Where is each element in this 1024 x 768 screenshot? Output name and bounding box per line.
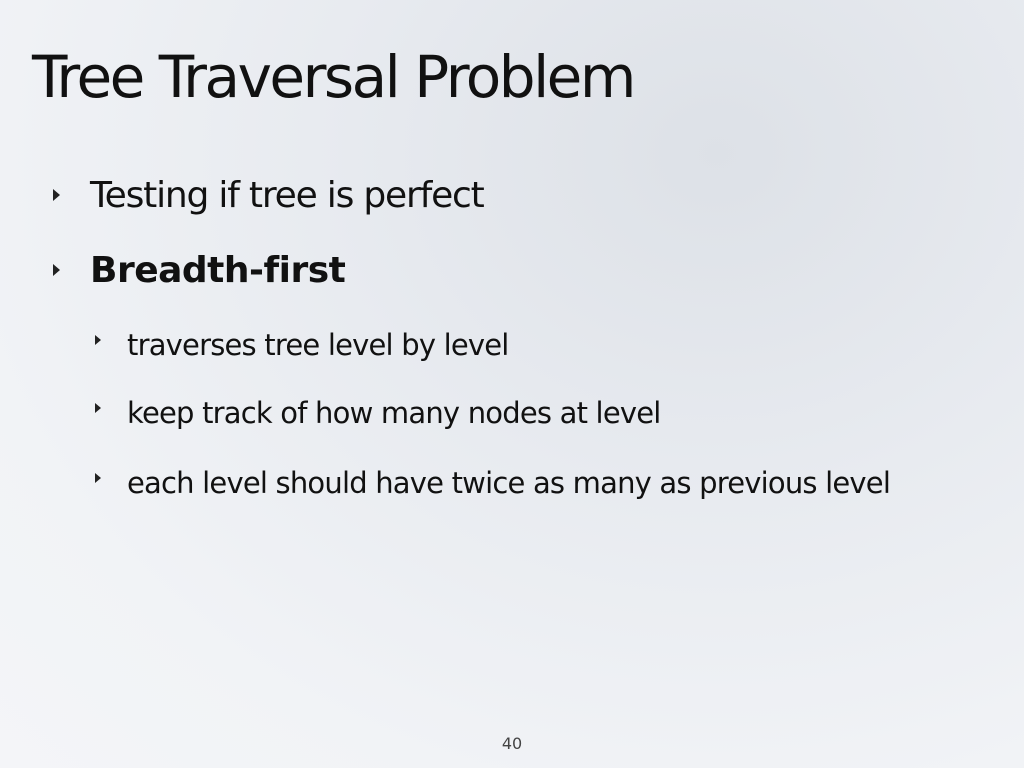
- bullet-item: Breadth-first: [53, 249, 346, 292]
- bullet-text: each level should have twice as many as …: [127, 466, 891, 500]
- bullet-arrow-icon: [95, 403, 101, 413]
- bullet-text: Testing if tree is perfect: [90, 175, 485, 216]
- bullet-arrow-icon: [95, 335, 101, 345]
- sub-bullet-item: keep track of how many nodes at level: [95, 392, 927, 434]
- bullet-text: keep track of how many nodes at level: [127, 396, 661, 430]
- bullet-text: traverses tree level by level: [127, 328, 509, 362]
- bullet-text: Breadth-first: [90, 250, 346, 291]
- sub-bullet-item: traverses tree level by level: [95, 324, 927, 366]
- bullet-arrow-icon: [53, 264, 60, 276]
- page-number: 40: [501, 734, 523, 753]
- bullet-item: Testing if tree is perfect: [53, 174, 485, 217]
- slide: Tree Traversal Problem Testing if tree i…: [0, 0, 1024, 768]
- bullet-arrow-icon: [53, 189, 60, 201]
- bullet-arrow-icon: [95, 473, 101, 483]
- slide-title: Tree Traversal Problem: [32, 43, 636, 111]
- sub-bullet-item: each level should have twice as many as …: [95, 462, 927, 504]
